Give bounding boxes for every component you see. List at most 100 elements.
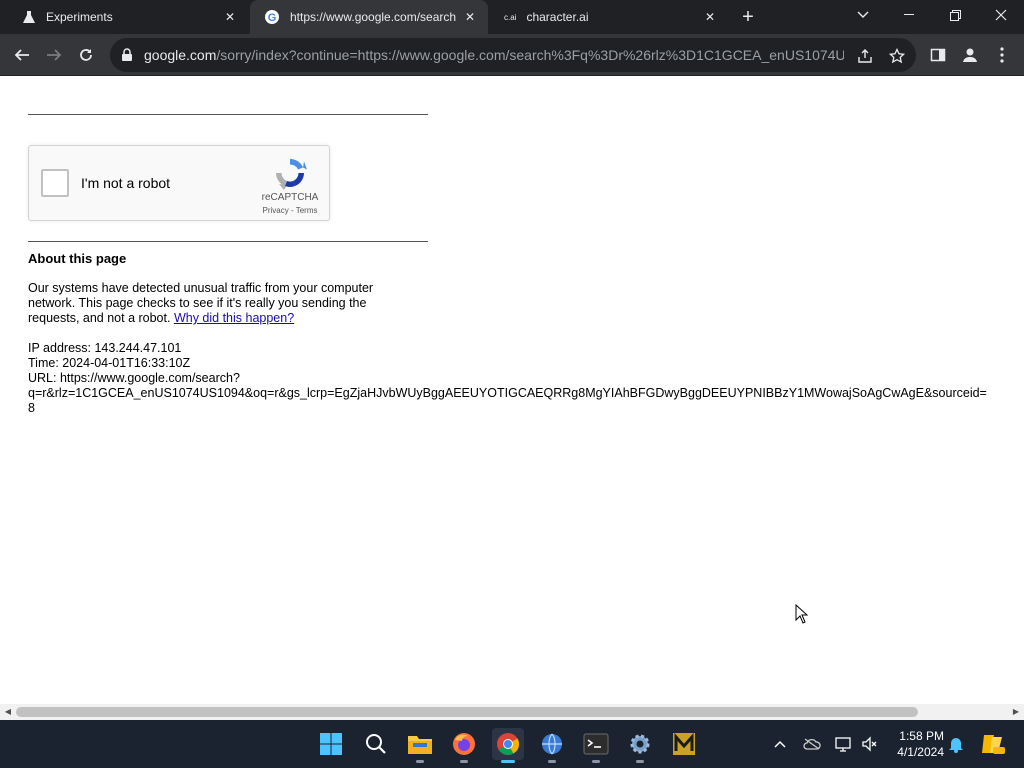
url-path: /sorry/index?continue=https://www.google… <box>216 47 844 63</box>
minimize-button[interactable] <box>886 0 932 30</box>
tab-title: Experiments <box>46 10 113 24</box>
recaptcha-links: Privacy - Terms <box>257 206 323 215</box>
back-arrow-icon <box>14 49 29 61</box>
privacy-link[interactable]: Privacy <box>263 206 289 215</box>
request-info: IP address: 143.244.47.101 Time: 2024-04… <box>28 341 987 416</box>
forward-button[interactable] <box>42 43 66 67</box>
tab-experiments[interactable]: Experiments ✕ <box>8 0 248 34</box>
app-m-button[interactable] <box>668 728 700 760</box>
close-icon[interactable]: ✕ <box>462 9 478 25</box>
flask-icon <box>23 11 35 23</box>
about-title: About this page <box>28 251 127 266</box>
url-text[interactable]: google.com/sorry/index?continue=https://… <box>144 47 844 63</box>
forward-arrow-icon <box>47 49 62 61</box>
restore-button[interactable] <box>932 0 978 30</box>
firefox-icon <box>453 733 475 755</box>
side-panel-icon <box>930 48 946 62</box>
browser-globe-button[interactable] <box>536 728 568 763</box>
scroll-left-arrow-icon[interactable]: ◀ <box>3 707 13 717</box>
recaptcha-brand: reCAPTCHA <box>261 192 319 203</box>
close-icon[interactable]: ✕ <box>222 9 238 25</box>
url-query: q=r&rlz=1C1GCEA_enUS1074US1094&oq=r&gs_l… <box>28 386 987 400</box>
divider <box>28 241 428 242</box>
why-did-this-happen-link[interactable]: Why did this happen? <box>174 311 294 325</box>
recaptcha-checkbox[interactable] <box>41 169 69 197</box>
restore-icon <box>949 9 961 21</box>
bookmark-star-icon[interactable] <box>888 47 906 65</box>
scroll-right-arrow-icon[interactable]: ▶ <box>1011 707 1021 717</box>
start-button[interactable] <box>315 728 347 760</box>
show-hidden-icons-chevron-up-icon[interactable] <box>770 734 790 754</box>
share-icon[interactable] <box>856 47 874 65</box>
running-indicator <box>548 760 556 763</box>
new-tab-button[interactable]: + <box>738 7 758 27</box>
address-bar[interactable]: google.com/sorry/index?continue=https://… <box>110 38 916 72</box>
volume-muted-icon[interactable] <box>860 734 880 754</box>
globe-icon <box>542 733 562 755</box>
m-app-icon <box>673 733 695 755</box>
clock-time: 1:58 PM <box>899 729 944 743</box>
tab-search-chevron-down-icon[interactable] <box>840 0 886 30</box>
onedrive-cloud-icon[interactable] <box>802 734 822 754</box>
network-icon[interactable] <box>834 734 854 754</box>
system-clock[interactable]: 1:58 PM 4/1/2024 <box>888 728 944 760</box>
link-separator: - <box>288 206 296 215</box>
running-indicator <box>416 760 424 763</box>
svg-text:G: G <box>268 12 277 24</box>
timestamp: Time: 2024-04-01T16:33:10Z <box>28 356 191 370</box>
chrome-button[interactable] <box>492 728 524 763</box>
gear-icon <box>630 734 650 754</box>
settings-button[interactable] <box>624 728 656 763</box>
kebab-menu-icon <box>1000 47 1004 63</box>
menu-button[interactable] <box>990 43 1014 67</box>
side-panel-button[interactable] <box>926 43 950 67</box>
terminal-button[interactable] <box>580 728 612 763</box>
scrollbar-thumb[interactable] <box>16 707 918 717</box>
recaptcha-logo-icon <box>276 158 307 190</box>
recaptcha-widget: I'm not a robot reCAPTCHA Privacy - Term… <box>28 145 330 221</box>
tab-title: https://www.google.com/search <box>290 10 457 24</box>
minimize-icon <box>904 14 914 15</box>
tab-google-search[interactable]: G https://www.google.com/search ✕ <box>250 0 488 34</box>
clock-date: 4/1/2024 <box>897 745 944 759</box>
folder-icon <box>408 736 432 754</box>
page-content: I'm not a robot reCAPTCHA Privacy - Term… <box>0 77 1024 704</box>
close-icon[interactable]: ✕ <box>702 9 718 25</box>
tab-title: character.ai <box>526 10 589 24</box>
back-button[interactable] <box>10 43 34 67</box>
url-line: URL: https://www.google.com/search? <box>28 371 240 385</box>
windows-logo-icon <box>320 733 342 755</box>
google-icon: G <box>265 10 279 24</box>
close-window-button[interactable] <box>978 0 1024 30</box>
terms-link[interactable]: Terms <box>296 206 318 215</box>
tab-character-ai[interactable]: c.ai character.ai ✕ <box>490 0 728 34</box>
recaptcha-label: I'm not a robot <box>81 175 171 191</box>
divider <box>28 114 428 115</box>
tab-strip: Experiments ✕ G https://www.google.com/s… <box>0 0 1024 34</box>
search-button[interactable] <box>360 728 392 760</box>
lock-icon[interactable] <box>120 48 134 62</box>
ip-address: IP address: 143.244.47.101 <box>28 341 182 355</box>
firefox-button[interactable] <box>448 728 480 763</box>
copilot-preview-icon[interactable] <box>980 734 1006 754</box>
profile-button[interactable] <box>958 43 982 67</box>
mouse-cursor-icon <box>795 604 809 624</box>
windows-taskbar: 1:58 PM 4/1/2024 <box>0 720 1024 768</box>
running-indicator <box>636 760 644 763</box>
about-text: Our systems have detected unusual traffi… <box>28 281 408 326</box>
active-indicator <box>501 760 515 763</box>
close-icon <box>995 9 1007 21</box>
profile-icon <box>963 48 977 62</box>
reload-icon <box>80 49 92 61</box>
horizontal-scrollbar[interactable]: ◀ ▶ <box>0 704 1024 720</box>
browser-toolbar: google.com/sorry/index?continue=https://… <box>0 34 1024 76</box>
file-explorer-button[interactable] <box>404 728 436 763</box>
notification-bell-icon[interactable] <box>946 734 966 754</box>
terminal-icon <box>583 733 609 755</box>
running-indicator <box>592 760 600 763</box>
running-indicator <box>460 760 468 763</box>
character-ai-icon: c.ai <box>504 12 517 22</box>
search-icon <box>366 734 386 754</box>
chrome-icon <box>497 733 519 755</box>
reload-button[interactable] <box>74 43 98 67</box>
